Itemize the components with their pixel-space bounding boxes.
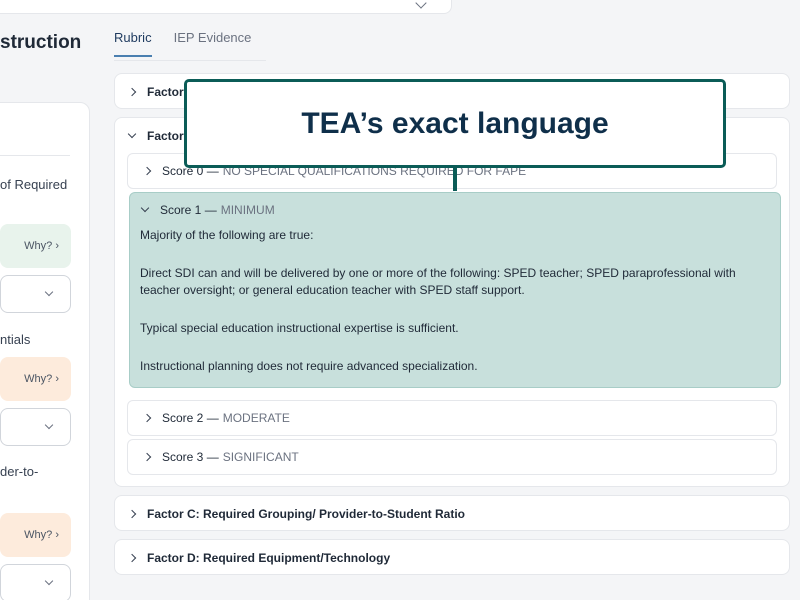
why-button[interactable]: Why? › (0, 513, 71, 557)
factor-d-card[interactable]: Factor D: Required Equipment/Technology (114, 539, 790, 575)
chevron-right-icon (142, 166, 152, 176)
tab-iep-evidence[interactable]: IEP Evidence (174, 30, 252, 57)
score-1-panel: Score 1 — MINIMUM Majority of the follow… (129, 192, 781, 388)
factor-a-header[interactable]: Factor (127, 74, 184, 110)
factor-c-header[interactable]: Factor C: Required Grouping/ Provider-to… (127, 496, 465, 532)
why-button[interactable]: Why? › (0, 224, 71, 268)
score-2-row[interactable]: Score 2 — MODERATE (127, 400, 777, 436)
why-button[interactable]: Why? › (0, 357, 71, 401)
score-select[interactable] (0, 564, 71, 600)
tabs-underline (114, 60, 266, 61)
chevron-down-icon (140, 203, 150, 213)
chevron-down-icon (127, 129, 137, 139)
chevron-right-icon (142, 452, 152, 462)
chevron-right-icon (127, 509, 137, 519)
tab-bar: Rubric IEP Evidence (114, 30, 251, 57)
factor-c-card[interactable]: Factor C: Required Grouping/ Provider-to… (114, 495, 790, 531)
left-label-credentials: ntials (0, 332, 31, 347)
factor-d-header[interactable]: Factor D: Required Equipment/Technology (127, 540, 390, 576)
chevron-right-icon (127, 553, 137, 563)
divider (0, 155, 70, 156)
page-title: struction (0, 32, 82, 53)
chevron-down-icon (44, 287, 54, 297)
score-select[interactable] (0, 275, 71, 313)
factor-b-header[interactable]: Factor (127, 118, 184, 154)
score-1-description: Majority of the following are true: Dire… (140, 228, 736, 373)
callout-connector (453, 166, 457, 191)
callout-box: TEA’s exact language (184, 79, 726, 168)
score-3-row[interactable]: Score 3 — SIGNIFICANT (127, 439, 777, 475)
chevron-down-icon (44, 576, 54, 586)
search-bar[interactable] (0, 0, 452, 14)
tab-rubric[interactable]: Rubric (114, 30, 152, 57)
chevron-down-icon (415, 0, 427, 9)
left-label-provider: der-to- (0, 464, 39, 479)
factor-b-card: Factor Score 0 — NO SPECIAL QUALIFICATIO… (114, 117, 790, 487)
score-select[interactable] (0, 408, 71, 446)
score-1-header[interactable]: Score 1 — MINIMUM (130, 193, 780, 227)
left-label-required: of Required (0, 177, 68, 192)
chevron-down-icon (44, 420, 54, 430)
chevron-right-icon (127, 87, 137, 97)
chevron-right-icon (142, 413, 152, 423)
